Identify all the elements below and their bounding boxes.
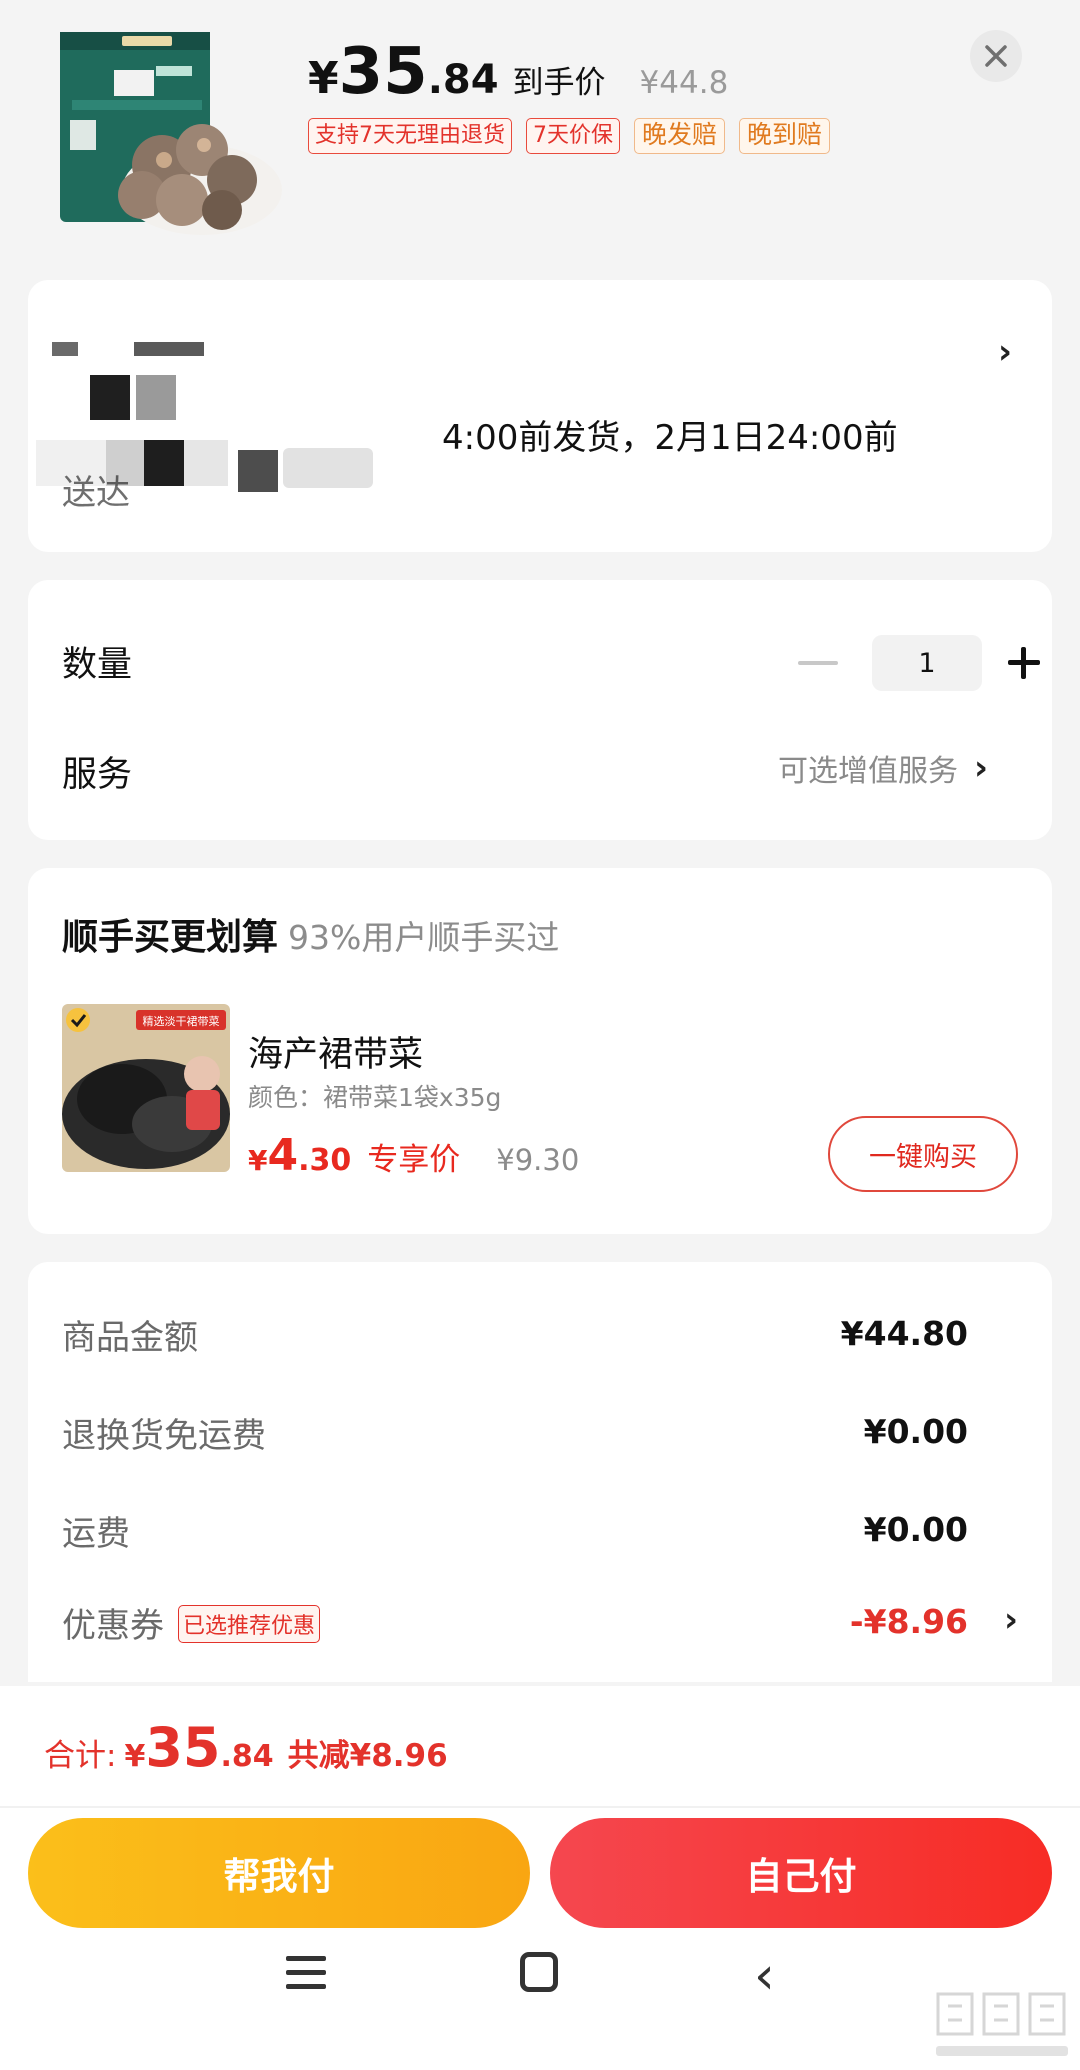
original-price: ¥44.8 [639, 65, 729, 101]
service-selector[interactable]: 可选增值服务 › [778, 746, 988, 790]
watermark-logo [936, 1992, 1068, 2056]
order-summary-card: 商品金额 ¥44.80 退换货免运费 ¥0.00 运费 ¥0.00 优惠券 已选推… [28, 1262, 1052, 1682]
total-savings: 共减¥8.96 [287, 1738, 448, 1774]
summary-row-coupon[interactable]: 优惠券 已选推荐优惠 -¥8.96 › [62, 1598, 1018, 1658]
close-button[interactable] [970, 30, 1022, 82]
final-price: ¥ 35 .84 到手价 ¥44.8 [308, 40, 728, 104]
upsell-title-text: 顺手买更划算 [62, 917, 279, 958]
badge-late-ship: 晚发赔 [634, 118, 726, 154]
chevron-right-icon: › [974, 748, 989, 788]
upsell-price-currency: ¥ [248, 1144, 268, 1177]
checkout-bar: 合计: ¥ 35 .84 共减¥8.96 帮我付 自己付 ‹ [0, 1686, 1080, 2070]
upsell-product-name: 海产裙带菜 [248, 1035, 424, 1075]
home-icon[interactable] [520, 1952, 558, 1992]
coupon-tag: 已选推荐优惠 [178, 1604, 321, 1643]
summary-row-return-shipping: 退换货免运费 ¥0.00 [62, 1408, 1018, 1468]
upsell-original-price: ¥9.30 [496, 1143, 580, 1177]
seaweed-image: 精选淡干裙带菜 [62, 1004, 230, 1172]
price-label: 到手价 [512, 65, 606, 101]
badge-return: 支持7天无理由退货 [308, 118, 512, 154]
help-pay-button[interactable]: 帮我付 [28, 1818, 530, 1928]
coupon-value: -¥8.96 [849, 1602, 968, 1641]
close-icon [985, 45, 1007, 67]
badge-late-arrive: 晚到赔 [739, 118, 831, 154]
guarantee-badges: 支持7天无理由退货 7天价保 晚发赔 晚到赔 [308, 118, 831, 154]
divider [0, 1806, 1080, 1808]
delivery-estimate: 4:00前发货，2月1日24:00前 [442, 418, 898, 458]
summary-row-shipping: 运费 ¥0.00 [62, 1506, 1018, 1566]
upsell-price: ¥ 4 .30 专享价 ¥9.30 [248, 1130, 579, 1181]
upsell-price-decimal: .30 [298, 1143, 352, 1178]
product-header: ¥ 35 .84 到手价 ¥44.8 支持7天无理由退货 7天价保 晚发赔 晚到… [0, 0, 1080, 270]
price-currency: ¥ [308, 53, 339, 104]
quantity-input[interactable]: 1 [872, 635, 982, 691]
upsell-subtitle: 93%用户顺手买过 [288, 918, 560, 957]
badge-price-protect: 7天价保 [526, 118, 620, 154]
summary-label: 运费 [62, 1514, 130, 1554]
chevron-right-icon: › [1003, 1600, 1018, 1640]
coupon-label-text: 优惠券 [62, 1606, 164, 1646]
total-decimal: .84 [220, 1739, 274, 1774]
product-image [60, 32, 282, 235]
quantity-service-card: 数量 1 服务 可选增值服务 › [28, 580, 1052, 840]
total-label: 合计: [44, 1738, 117, 1774]
plus-icon[interactable] [1008, 647, 1040, 679]
self-pay-button[interactable]: 自己付 [550, 1818, 1052, 1928]
upsell-card: 顺手买更划算 93%用户顺手买过 精选淡干裙带菜 海产裙带菜 颜色：裙带菜1袋x3… [28, 868, 1052, 1234]
upsell-title: 顺手买更划算 93%用户顺手买过 [62, 908, 559, 960]
exclusive-price-label: 专享价 [367, 1142, 461, 1178]
summary-value: ¥0.00 [863, 1412, 968, 1451]
summary-label: 退换货免运费 [62, 1416, 266, 1456]
upsell-product-spec: 颜色：裙带菜1袋x35g [248, 1083, 502, 1112]
system-nav-bar: ‹ [0, 1950, 1080, 2070]
service-label: 服务 [62, 755, 133, 795]
chevron-right-icon: › [998, 332, 1013, 372]
delivery-estimate-line2: 送达 [62, 473, 130, 513]
quantity-label: 数量 [62, 645, 133, 685]
minus-icon[interactable] [798, 661, 838, 665]
service-value: 可选增值服务 [778, 754, 958, 789]
coupon-label: 优惠券 已选推荐优惠 [62, 1598, 321, 1647]
summary-label: 商品金额 [62, 1318, 198, 1358]
price-decimal: .84 [427, 57, 499, 103]
total-currency: ¥ [124, 1739, 146, 1774]
total-integer: 35 [145, 1716, 221, 1779]
upsell-product-image[interactable]: 精选淡干裙带菜 [62, 1004, 230, 1172]
upsell-image-banner: 精选淡干裙带菜 [143, 1015, 220, 1028]
address-card[interactable]: 4:00前发货，2月1日24:00前 送达 › [28, 280, 1052, 552]
summary-row-goods: 商品金额 ¥44.80 [62, 1310, 1018, 1370]
order-total: 合计: ¥ 35 .84 共减¥8.96 [44, 1716, 448, 1779]
summary-value: ¥44.80 [840, 1314, 968, 1353]
price-integer: 35 [338, 35, 428, 109]
upsell-price-integer: 4 [267, 1130, 299, 1181]
back-icon[interactable]: ‹ [754, 1950, 775, 2002]
one-click-buy-button[interactable]: 一键购买 [828, 1116, 1018, 1192]
summary-value: ¥0.00 [863, 1510, 968, 1549]
menu-icon[interactable] [286, 1956, 326, 1992]
quantity-stepper: 1 [798, 635, 1040, 691]
